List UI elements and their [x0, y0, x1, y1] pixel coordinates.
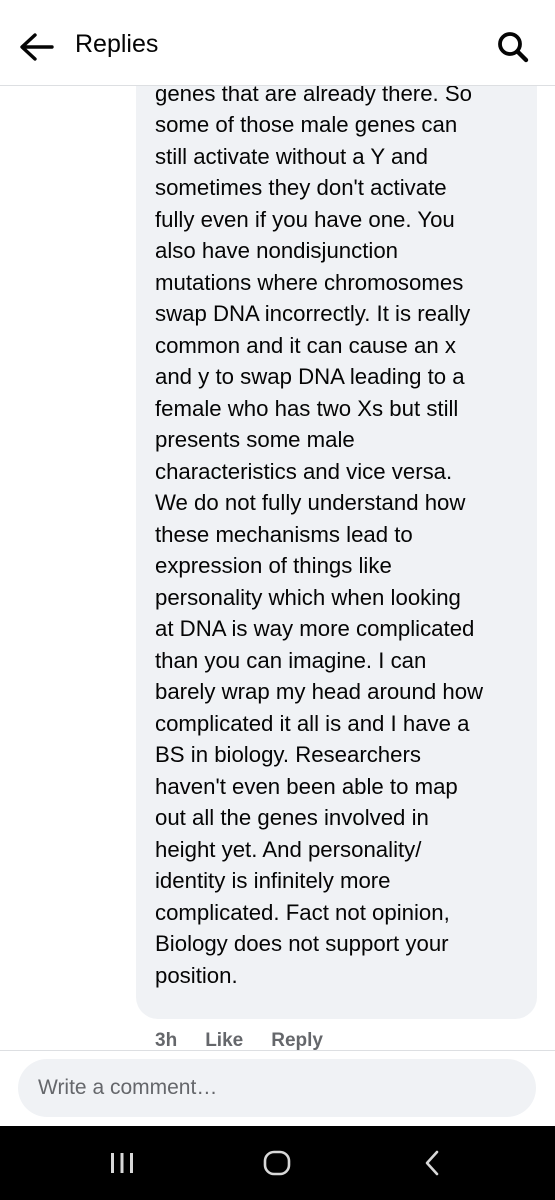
- recents-icon: [111, 1153, 133, 1173]
- comment-input-placeholder: Write a comment…: [38, 1076, 218, 1099]
- comment-line: mutations where chromosomes: [155, 269, 464, 295]
- comment-line: personality which when looking: [155, 584, 461, 610]
- comment-line: characteristics and vice versa.: [155, 458, 453, 484]
- comment-line: presents some male: [155, 427, 355, 452]
- nav-back-icon: [425, 1150, 439, 1176]
- comment-line: than you can imagine. I can: [155, 647, 427, 673]
- comment-line: BS in biology. Researchers: [155, 742, 421, 767]
- search-button[interactable]: [494, 28, 532, 66]
- comment-composer-bar: Write a comment…: [0, 1050, 555, 1126]
- page-title: Replies: [75, 30, 159, 58]
- replies-thread: activator mostly that turns ongenes that…: [0, 86, 555, 1050]
- comment-line: sometimes they don't activate: [155, 175, 447, 200]
- comment-line: expression of things like: [155, 553, 392, 578]
- comment-line: also have nondisjunction: [155, 238, 399, 263]
- android-nav-bar: [0, 1126, 555, 1200]
- comment-line: some of those male genes can: [155, 112, 458, 137]
- comment-line: common and it can cause an x: [155, 332, 456, 358]
- comment-line: genes that are already there. So: [155, 86, 472, 106]
- comment-line: Biology does not support your: [155, 931, 449, 956]
- comment-line: and y to swap DNA leading to a: [155, 364, 465, 389]
- comment-line: We do not fully understand how: [155, 490, 466, 515]
- nav-back-button[interactable]: [408, 1142, 456, 1184]
- comment-line: barely wrap my head around how: [155, 679, 484, 704]
- comment-actions: 3h Like Reply: [155, 1030, 323, 1050]
- comment-line: swap DNA incorrectly. It is really: [155, 301, 471, 326]
- comment-line: identity is infinitely more: [155, 868, 391, 893]
- comment-line: these mechanisms lead to: [155, 521, 413, 547]
- comment-line: complicated. Fact not opinion,: [155, 899, 450, 925]
- comment-bubble[interactable]: activator mostly that turns ongenes that…: [136, 86, 537, 1019]
- comment-input[interactable]: Write a comment…: [18, 1059, 536, 1117]
- search-icon: [498, 32, 529, 63]
- comment-line: position.: [155, 962, 238, 988]
- home-button[interactable]: [253, 1142, 301, 1184]
- comment-line: female who has two Xs but still: [155, 395, 459, 421]
- back-button[interactable]: [16, 27, 56, 67]
- comment-line: still activate without a Y and: [155, 143, 428, 169]
- comment-line: out all the genes involved in: [155, 805, 429, 830]
- arrow-left-icon: [20, 33, 54, 61]
- comment-line: fully even if you have one. You: [155, 206, 455, 232]
- like-button[interactable]: Like: [205, 1030, 243, 1050]
- comment-line: at DNA is way more complicated: [155, 616, 475, 641]
- comment-line: haven't even been able to map: [155, 773, 458, 799]
- comment-line: complicated it all is and I have a: [155, 710, 470, 736]
- comment-text: activator mostly that turns ongenes that…: [155, 86, 527, 991]
- home-icon: [263, 1150, 291, 1176]
- comment-line: height yet. And personality/: [155, 836, 422, 862]
- app-header: Replies: [0, 0, 555, 86]
- comment-timestamp: 3h: [155, 1030, 178, 1050]
- reply-button[interactable]: Reply: [271, 1030, 323, 1050]
- recents-button[interactable]: [98, 1142, 146, 1184]
